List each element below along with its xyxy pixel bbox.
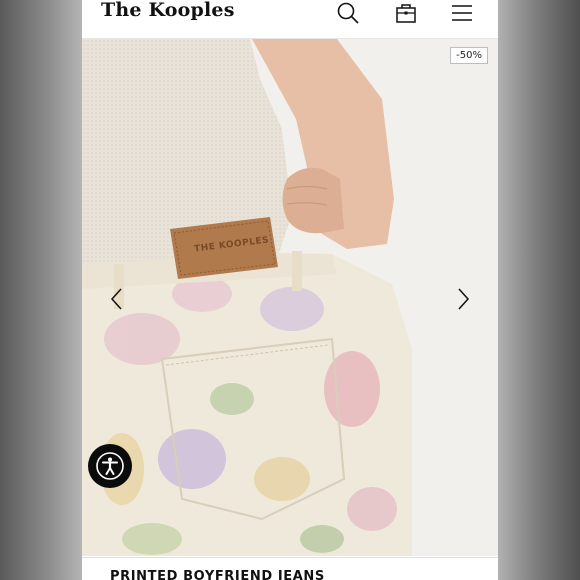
accessibility-icon	[96, 452, 124, 480]
phone-screen: The Kooples THE KOOPLES -50% PRINTED BOY…	[82, 0, 498, 580]
product-image[interactable]: THE KOOPLES -50%	[82, 39, 498, 556]
brand-logo[interactable]: The Kooples	[101, 0, 235, 21]
next-arrow-icon[interactable]	[454, 287, 472, 311]
bag-icon[interactable]	[392, 0, 420, 26]
discount-badge: -50%	[450, 47, 488, 64]
accessibility-button[interactable]	[88, 444, 132, 488]
search-icon[interactable]	[334, 0, 362, 26]
product-name: PRINTED BOYFRIEND JEANS	[110, 569, 325, 580]
divider	[82, 557, 498, 558]
menu-icon[interactable]	[448, 0, 476, 26]
product-photo-illustration	[82, 39, 498, 556]
prev-arrow-icon[interactable]	[108, 287, 126, 311]
site-header: The Kooples	[82, 0, 498, 39]
